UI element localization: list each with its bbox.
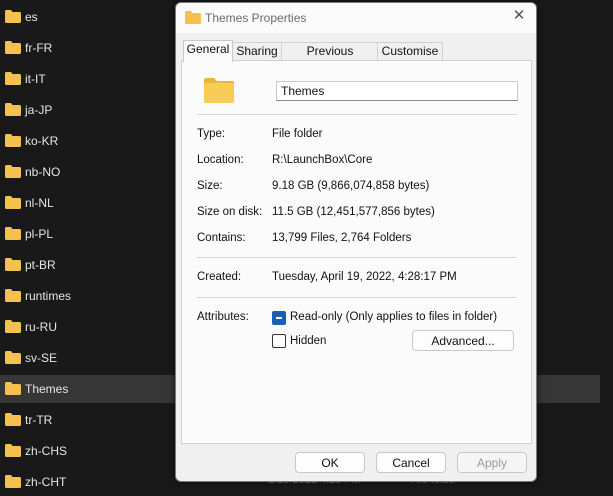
folder-name: nl-NL [25, 196, 54, 210]
tab-sharing[interactable]: Sharing [231, 42, 283, 61]
folder-name: pt-BR [25, 258, 56, 272]
folder-name: es [25, 10, 38, 24]
general-panel: Type: File folder Location: R:\LaunchBox… [181, 60, 532, 444]
folder-name: zh-CHT [25, 475, 67, 489]
folder-icon [5, 10, 21, 23]
folder-name: it-IT [25, 72, 46, 86]
location-value: R:\LaunchBox\Core [272, 154, 373, 166]
folder-name: ru-RU [25, 320, 57, 334]
readonly-checkbox[interactable] [272, 311, 286, 325]
folder-name: tr-TR [25, 413, 53, 427]
type-value: File folder [272, 128, 323, 140]
folder-icon [5, 165, 21, 178]
folder-icon [5, 320, 21, 333]
folder-name: sv-SE [25, 351, 58, 365]
apply-button[interactable]: Apply [457, 452, 527, 473]
size-on-disk-label: Size on disk: [197, 206, 263, 218]
tab-customise[interactable]: Customise [377, 42, 443, 61]
created-value: Tuesday, April 19, 2022, 4:28:17 PM [272, 271, 457, 283]
folder-name: Themes [25, 382, 69, 396]
folder-icon [5, 351, 21, 364]
readonly-label: Read-only (Only applies to files in fold… [290, 311, 498, 323]
advanced-button[interactable]: Advanced... [412, 330, 514, 351]
close-icon[interactable]: ✕ [512, 8, 526, 23]
folder-name: zh-CHS [25, 444, 68, 458]
contains-label: Contains: [197, 232, 246, 244]
large-folder-icon [204, 78, 234, 103]
attributes-label: Attributes: [197, 311, 249, 323]
folder-name: pl-PL [25, 227, 54, 241]
size-on-disk-value: 11.5 GB (12,451,577,856 bytes) [272, 206, 435, 218]
folder-icon [5, 413, 21, 426]
folder-icon [5, 196, 21, 209]
folder-name: ja-JP [25, 103, 53, 117]
tab-general[interactable]: General [183, 40, 233, 62]
hidden-checkbox[interactable] [272, 334, 286, 348]
created-label: Created: [197, 271, 242, 283]
folder-icon [5, 289, 21, 302]
divider [197, 257, 517, 258]
folder-icon [5, 475, 21, 488]
folder-name: runtimes [25, 289, 72, 303]
properties-dialog: Themes Properties ✕ General Sharing Prev… [175, 2, 537, 482]
folder-icon [5, 444, 21, 457]
title-bar[interactable]: Themes Properties ✕ [176, 3, 536, 33]
folder-icon [5, 382, 21, 395]
folder-name: nb-NO [25, 165, 61, 179]
folder-icon [5, 258, 21, 271]
tab-previous-versions[interactable]: Previous Versions [281, 42, 379, 75]
size-value: 9.18 GB (9,866,074,858 bytes) [272, 180, 430, 192]
folder-icon [5, 134, 21, 147]
divider [197, 297, 517, 298]
type-label: Type: [197, 128, 226, 140]
dialog-title: Themes Properties [205, 11, 307, 25]
folder-icon [5, 103, 21, 116]
hidden-label: Hidden [290, 335, 327, 347]
folder-icon [5, 72, 21, 85]
contains-value: 13,799 Files, 2,764 Folders [272, 232, 412, 244]
ok-button[interactable]: OK [295, 452, 365, 473]
folder-icon [5, 41, 21, 54]
divider [197, 114, 517, 115]
folder-name: ko-KR [25, 134, 59, 148]
folder-icon [185, 11, 201, 24]
size-label: Size: [197, 180, 223, 192]
cancel-button[interactable]: Cancel [376, 452, 446, 473]
folder-icon [5, 227, 21, 240]
folder-name-input[interactable] [276, 81, 518, 101]
folder-name: fr-FR [25, 41, 53, 55]
location-label: Location: [197, 154, 244, 166]
